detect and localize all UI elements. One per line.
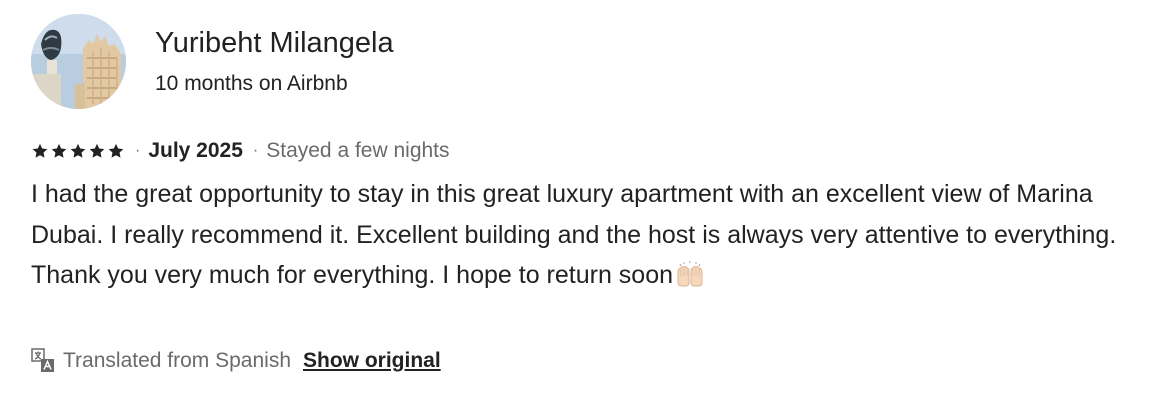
- translate-icon: [31, 348, 54, 372]
- star-rating: [31, 142, 125, 160]
- star-icon: [70, 143, 86, 158]
- reviewer-avatar[interactable]: [31, 14, 126, 109]
- avatar-photo: [31, 14, 126, 109]
- star-icon: [51, 143, 67, 158]
- review-meta: · July 2025 · Stayed a few nights: [31, 136, 450, 166]
- show-original-link[interactable]: Show original: [303, 349, 441, 373]
- separator-dot: ·: [135, 142, 141, 159]
- star-icon: [108, 143, 124, 158]
- review-card: Yuribeht Milangela 10 months on Airbnb ·…: [0, 0, 1168, 412]
- stay-type: Stayed a few nights: [266, 139, 450, 162]
- reviewer-name: Yuribeht Milangela: [155, 27, 394, 59]
- raising-hands-icon: [677, 261, 703, 287]
- star-icon: [89, 143, 105, 158]
- review-date: July 2025: [148, 139, 243, 162]
- translation-row: Translated from Spanish Show original: [31, 344, 441, 378]
- translated-from-note: Translated from Spanish: [63, 349, 291, 372]
- review-text: I had the great opportunity to stay in t…: [31, 174, 1141, 296]
- review-body: I had the great opportunity to stay in t…: [31, 180, 1117, 289]
- star-icon: [32, 143, 48, 158]
- separator-dot: ·: [252, 142, 259, 159]
- reviewer-tenure: 10 months on Airbnb: [155, 72, 348, 95]
